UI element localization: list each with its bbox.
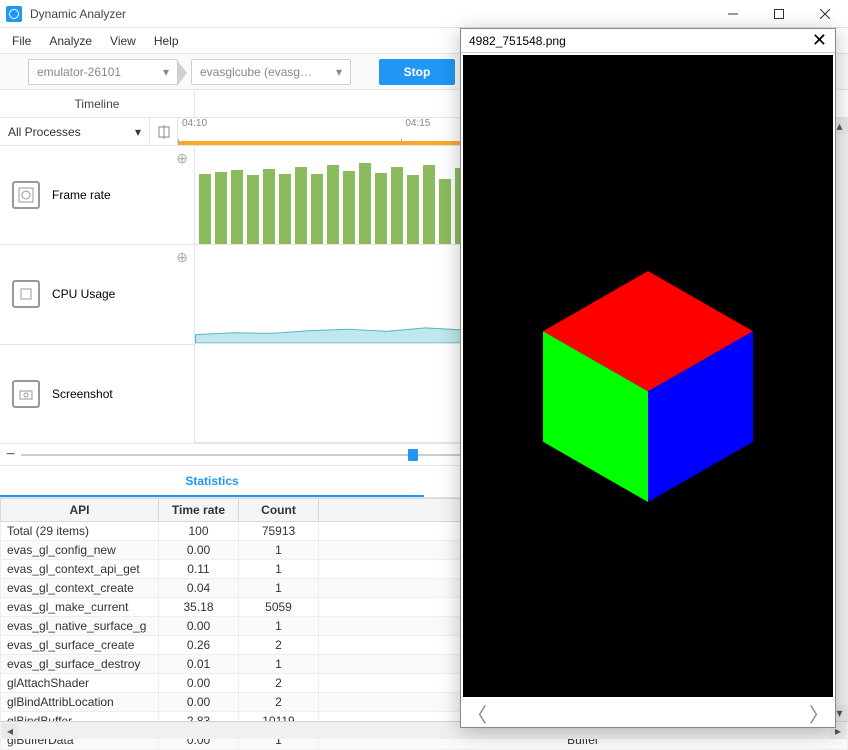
cell-count: 2 bbox=[239, 674, 319, 693]
bar bbox=[375, 173, 387, 244]
bar bbox=[199, 174, 211, 244]
cell-count: 1 bbox=[239, 560, 319, 579]
cell-api: glAttachShader bbox=[1, 674, 159, 693]
bar bbox=[247, 175, 259, 244]
tab-timeline[interactable]: Timeline bbox=[0, 90, 195, 117]
cell-time-rate: 0.00 bbox=[159, 693, 239, 712]
cell-time-rate: 0.01 bbox=[159, 655, 239, 674]
process-filter-label: All Processes bbox=[8, 125, 81, 139]
process-selector-label: evasglcube (evasg… bbox=[200, 65, 312, 79]
magnify-icon[interactable]: ⊕ bbox=[176, 150, 188, 167]
cell-time-rate: 0.00 bbox=[159, 674, 239, 693]
chart-icon bbox=[12, 181, 40, 209]
titlebar: Dynamic Analyzer bbox=[0, 0, 848, 28]
cell-time-rate: 0.26 bbox=[159, 636, 239, 655]
metric-list: Frame rate ⊕ CPU Usage ⊕ Screenshot bbox=[0, 146, 195, 443]
cell-api: evas_gl_native_surface_g bbox=[1, 617, 159, 636]
screenshot-nav: 〈 〉 bbox=[461, 699, 835, 727]
bar bbox=[439, 179, 451, 244]
cube-icon bbox=[508, 236, 788, 516]
ruler-button[interactable] bbox=[150, 118, 178, 145]
bar bbox=[295, 167, 307, 244]
bar bbox=[327, 165, 339, 244]
menu-view[interactable]: View bbox=[102, 32, 144, 50]
maximize-button[interactable] bbox=[756, 0, 802, 28]
cell-api: Total (29 items) bbox=[1, 522, 159, 541]
bar bbox=[279, 174, 291, 244]
menu-analyze[interactable]: Analyze bbox=[41, 32, 100, 50]
metric-label: CPU Usage bbox=[52, 287, 115, 301]
cpu-icon bbox=[12, 280, 40, 308]
zoom-thumb[interactable] bbox=[408, 449, 418, 461]
col-api[interactable]: API bbox=[1, 499, 159, 522]
minimize-button[interactable] bbox=[710, 0, 756, 28]
cell-time-rate: 0.00 bbox=[159, 541, 239, 560]
col-time-rate[interactable]: Time rate bbox=[159, 499, 239, 522]
cell-time-rate: 35.18 bbox=[159, 598, 239, 617]
cell-api: glBindAttribLocation bbox=[1, 693, 159, 712]
bar bbox=[311, 174, 323, 244]
bar bbox=[343, 171, 355, 244]
cell-count: 2 bbox=[239, 693, 319, 712]
app-icon bbox=[6, 6, 22, 22]
cell-time-rate: 0.11 bbox=[159, 560, 239, 579]
cell-api: evas_gl_context_create bbox=[1, 579, 159, 598]
metric-frame-rate[interactable]: Frame rate ⊕ bbox=[0, 146, 194, 245]
bar bbox=[391, 167, 403, 244]
cell-api: evas_gl_config_new bbox=[1, 541, 159, 560]
bar bbox=[231, 170, 243, 244]
stop-button[interactable]: Stop bbox=[379, 59, 455, 85]
camera-icon bbox=[12, 380, 40, 408]
col-count[interactable]: Count bbox=[239, 499, 319, 522]
cell-count: 75913 bbox=[239, 522, 319, 541]
cell-time-rate: 0.00 bbox=[159, 617, 239, 636]
bar bbox=[263, 169, 275, 244]
bar bbox=[423, 165, 435, 244]
cell-time-rate: 100 bbox=[159, 522, 239, 541]
bar bbox=[359, 163, 371, 244]
cell-time-rate: 0.04 bbox=[159, 579, 239, 598]
cell-count: 2 bbox=[239, 636, 319, 655]
cell-count: 1 bbox=[239, 579, 319, 598]
screenshot-filename: 4982_751548.png bbox=[469, 34, 566, 48]
metric-label: Frame rate bbox=[52, 188, 111, 202]
prev-screenshot-button[interactable]: 〈 bbox=[467, 699, 487, 728]
metric-label: Screenshot bbox=[52, 387, 113, 401]
cell-count: 1 bbox=[239, 655, 319, 674]
process-filter[interactable]: All Processes ▾ bbox=[0, 118, 150, 145]
metric-cpu-usage[interactable]: CPU Usage ⊕ bbox=[0, 245, 194, 344]
chevron-down-icon: ▾ bbox=[135, 125, 141, 139]
device-selector[interactable]: emulator-26101 ▾ bbox=[28, 59, 178, 85]
cell-api: evas_gl_surface_destroy bbox=[1, 655, 159, 674]
screenshot-window-header[interactable]: 4982_751548.png ✕ bbox=[461, 29, 835, 53]
stop-button-label: Stop bbox=[404, 65, 431, 79]
cell-count: 1 bbox=[239, 541, 319, 560]
tab-statistics[interactable]: Statistics bbox=[0, 466, 424, 497]
ruler-tick: 04:10 bbox=[178, 118, 401, 141]
bar bbox=[215, 172, 227, 244]
scroll-left-button[interactable]: ◂ bbox=[2, 723, 18, 739]
screenshot-image bbox=[463, 55, 833, 697]
cell-api: evas_gl_make_current bbox=[1, 598, 159, 617]
chevron-down-icon: ▾ bbox=[163, 65, 169, 79]
metric-screenshot[interactable]: Screenshot bbox=[0, 345, 194, 443]
cell-api: evas_gl_context_api_get bbox=[1, 560, 159, 579]
window-controls bbox=[710, 0, 848, 28]
menu-file[interactable]: File bbox=[4, 32, 39, 50]
screenshot-window[interactable]: 4982_751548.png ✕ 〈 〉 bbox=[460, 28, 836, 728]
window-title: Dynamic Analyzer bbox=[30, 7, 710, 21]
process-selector[interactable]: evasglcube (evasg… ▾ bbox=[191, 59, 351, 85]
close-button[interactable] bbox=[802, 0, 848, 28]
close-icon[interactable]: ✕ bbox=[812, 30, 827, 51]
bar bbox=[407, 175, 419, 244]
magnify-icon[interactable]: ⊕ bbox=[176, 249, 188, 266]
cell-api: evas_gl_surface_create bbox=[1, 636, 159, 655]
cell-count: 1 bbox=[239, 617, 319, 636]
menu-help[interactable]: Help bbox=[146, 32, 187, 50]
cell-count: 5059 bbox=[239, 598, 319, 617]
chevron-down-icon: ▾ bbox=[336, 65, 342, 79]
next-screenshot-button[interactable]: 〉 bbox=[809, 699, 829, 728]
zoom-out-button[interactable]: − bbox=[6, 446, 15, 464]
device-selector-label: emulator-26101 bbox=[37, 65, 121, 79]
